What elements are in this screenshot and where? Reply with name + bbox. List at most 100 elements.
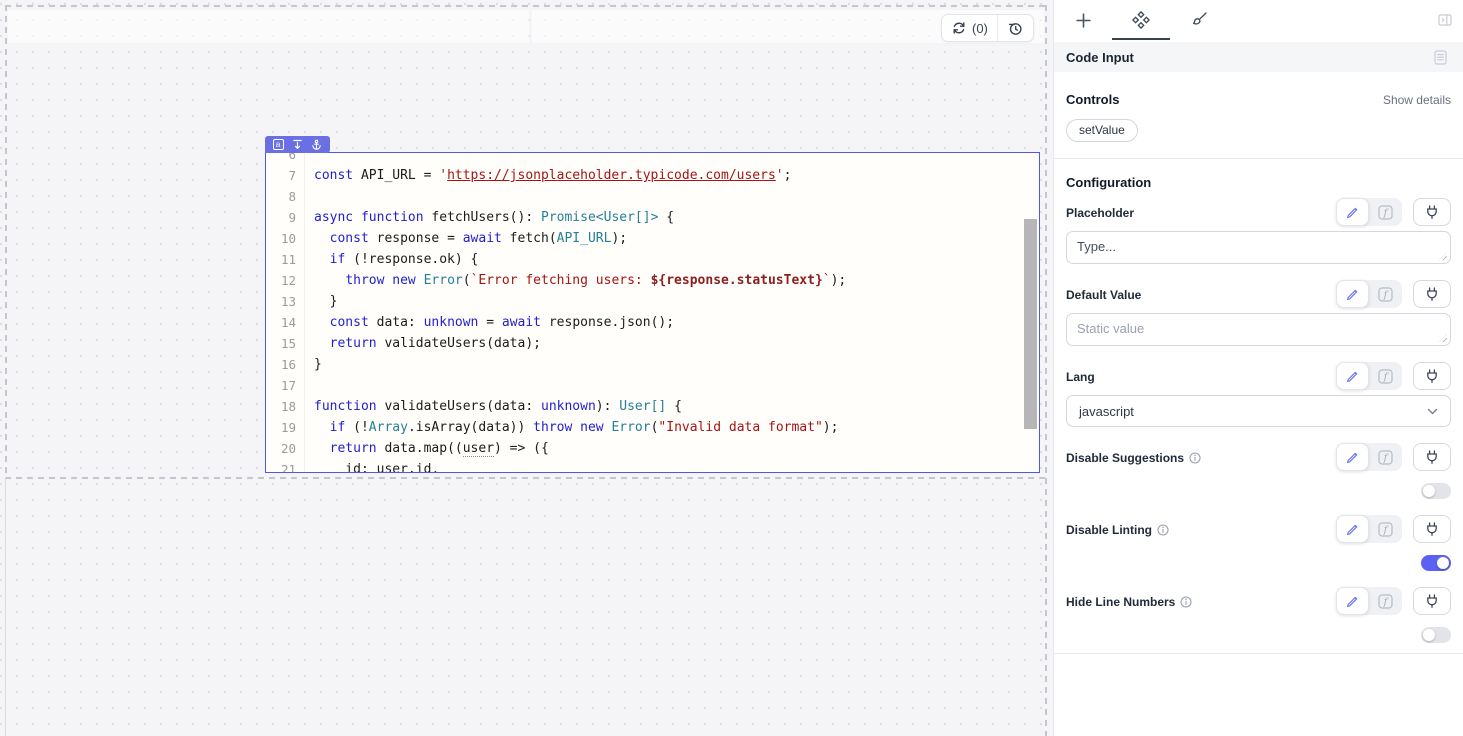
fx-mode-button[interactable]: f — [1369, 280, 1402, 308]
line-number: 19 — [266, 417, 305, 438]
bind-data-button[interactable] — [1413, 587, 1451, 615]
property-label: Placeholder — [1066, 206, 1134, 226]
editor-scrollbar-thumb[interactable] — [1024, 219, 1037, 429]
code-line: 9 async function fetchUsers(): Promise<Us… — [266, 207, 1039, 228]
value-mode-segment: f — [1336, 515, 1402, 543]
toggle-knob — [1423, 629, 1435, 641]
line-number: 11 — [266, 249, 305, 270]
line-number: 18 — [266, 396, 305, 417]
arrow-down-to-line-icon[interactable] — [292, 139, 303, 150]
bind-data-button[interactable] — [1413, 515, 1451, 543]
fx-icon: f — [1378, 522, 1393, 537]
line-content: } — [314, 354, 322, 375]
code-line: 20 return data.map((user) => ({ — [266, 438, 1039, 459]
line-number: 9 — [266, 207, 305, 228]
line-number: 15 — [266, 333, 305, 354]
fx-icon: f — [1378, 594, 1393, 609]
canvas-border-left-lower — [5, 477, 6, 736]
value-mode-segment: f — [1336, 198, 1402, 226]
fx-icon: f — [1378, 287, 1393, 302]
property-placeholder: Placeholder f Type... — [1066, 198, 1451, 264]
code-editor[interactable]: 67const API_URL = 'https://jsonplacehold… — [266, 153, 1039, 472]
tab-style[interactable] — [1170, 0, 1228, 40]
fx-mode-button[interactable]: f — [1369, 362, 1402, 390]
method-setvalue-chip[interactable]: setValue — [1066, 119, 1138, 142]
fx-mode-button[interactable]: f — [1369, 443, 1402, 471]
line-content: } — [314, 291, 337, 312]
line-content: return validateUsers(data); — [314, 333, 541, 354]
section-divider — [1054, 158, 1463, 159]
line-content: const response = await fetch(API_URL); — [314, 228, 627, 249]
section-border-top — [5, 5, 1046, 7]
show-details-link[interactable]: Show details — [1383, 93, 1451, 107]
properties-panel: Code Input Controls Show details setValu… — [1053, 0, 1463, 736]
disable-linting-toggle[interactable] — [1421, 555, 1451, 571]
info-icon[interactable] — [1189, 452, 1201, 464]
collapse-panel-icon[interactable] — [1438, 13, 1452, 27]
chevron-down-icon — [1427, 408, 1438, 415]
bind-data-button[interactable] — [1413, 198, 1451, 226]
line-content: function validateUsers(data: unknown): U… — [314, 396, 682, 417]
tab-components[interactable] — [1112, 0, 1170, 40]
pencil-icon — [1345, 594, 1360, 609]
fx-mode-button[interactable]: f — [1369, 198, 1402, 226]
code-line: 13 } — [266, 291, 1039, 312]
hide-line-numbers-toggle[interactable] — [1421, 627, 1451, 643]
editor-canvas[interactable]: (0) a — [0, 0, 1053, 736]
edit-mode-button[interactable] — [1336, 515, 1369, 543]
resize-grip[interactable] — [1439, 252, 1447, 260]
fx-icon: f — [1378, 369, 1393, 384]
document-icon[interactable] — [1434, 50, 1447, 65]
configuration-section-title: Configuration — [1066, 175, 1151, 190]
bind-data-button[interactable] — [1413, 362, 1451, 390]
fx-mode-button[interactable]: f — [1369, 515, 1402, 543]
plug-icon — [1424, 521, 1440, 537]
bind-data-button[interactable] — [1413, 280, 1451, 308]
line-content: throw new Error(`Error fetching users: $… — [314, 270, 846, 291]
bind-data-button[interactable] — [1413, 443, 1451, 471]
plug-icon — [1424, 368, 1440, 384]
line-number: 14 — [266, 312, 305, 333]
code-line: 11 if (!response.ok) { — [266, 249, 1039, 270]
widget-header: Code Input — [1054, 42, 1463, 72]
line-content: async function fetchUsers(): Promise<Use… — [314, 207, 674, 228]
lang-value: javascript — [1079, 404, 1134, 419]
code-input-widget[interactable]: a 67const API_URL = 'https://jsonplaceho… — [265, 152, 1040, 473]
lang-select[interactable]: javascript — [1066, 395, 1451, 427]
section-border-bottom — [5, 477, 1046, 479]
edit-mode-button[interactable] — [1336, 198, 1369, 226]
fx-mode-button[interactable]: f — [1369, 587, 1402, 615]
info-icon[interactable] — [1180, 596, 1192, 608]
section-border-right — [1045, 5, 1047, 736]
plug-icon — [1424, 286, 1440, 302]
edit-mode-button[interactable] — [1336, 280, 1369, 308]
line-number: 17 — [266, 375, 305, 396]
history-button[interactable] — [997, 15, 1033, 41]
widget-toolbar: a — [265, 136, 330, 153]
fx-icon: f — [1378, 450, 1393, 465]
info-icon[interactable] — [1157, 524, 1169, 536]
value-mode-segment: f — [1336, 362, 1402, 390]
toggle-knob — [1437, 557, 1449, 569]
svg-text:f: f — [1383, 597, 1390, 608]
code-line: 19 if (!Array.isArray(data)) throw new E… — [266, 417, 1039, 438]
line-number: 12 — [266, 270, 305, 291]
edit-mode-button[interactable] — [1336, 362, 1369, 390]
refresh-button[interactable]: (0) — [942, 15, 997, 41]
tab-insert[interactable] — [1054, 0, 1112, 40]
line-content: const data: unknown = await response.jso… — [314, 312, 674, 333]
resize-grip[interactable] — [1439, 334, 1447, 342]
property-default-value: Default Value f Static — [1066, 280, 1451, 346]
property-hide-line-numbers: Hide Line Numbers f — [1066, 587, 1451, 643]
disable-suggestions-toggle[interactable] — [1421, 483, 1451, 499]
anchor-icon[interactable] — [311, 139, 322, 150]
default-value-placeholder: Static value — [1077, 321, 1144, 336]
line-content: if (!response.ok) { — [314, 249, 478, 270]
edit-mode-button[interactable] — [1336, 587, 1369, 615]
default-value-input[interactable]: Static value — [1066, 313, 1451, 346]
line-content: if (!Array.isArray(data)) throw new Erro… — [314, 417, 838, 438]
line-number: 21 — [266, 459, 305, 472]
placeholder-input[interactable]: Type... — [1066, 231, 1451, 264]
edit-mode-button[interactable] — [1336, 443, 1369, 471]
widget-name: Code Input — [1066, 50, 1434, 65]
